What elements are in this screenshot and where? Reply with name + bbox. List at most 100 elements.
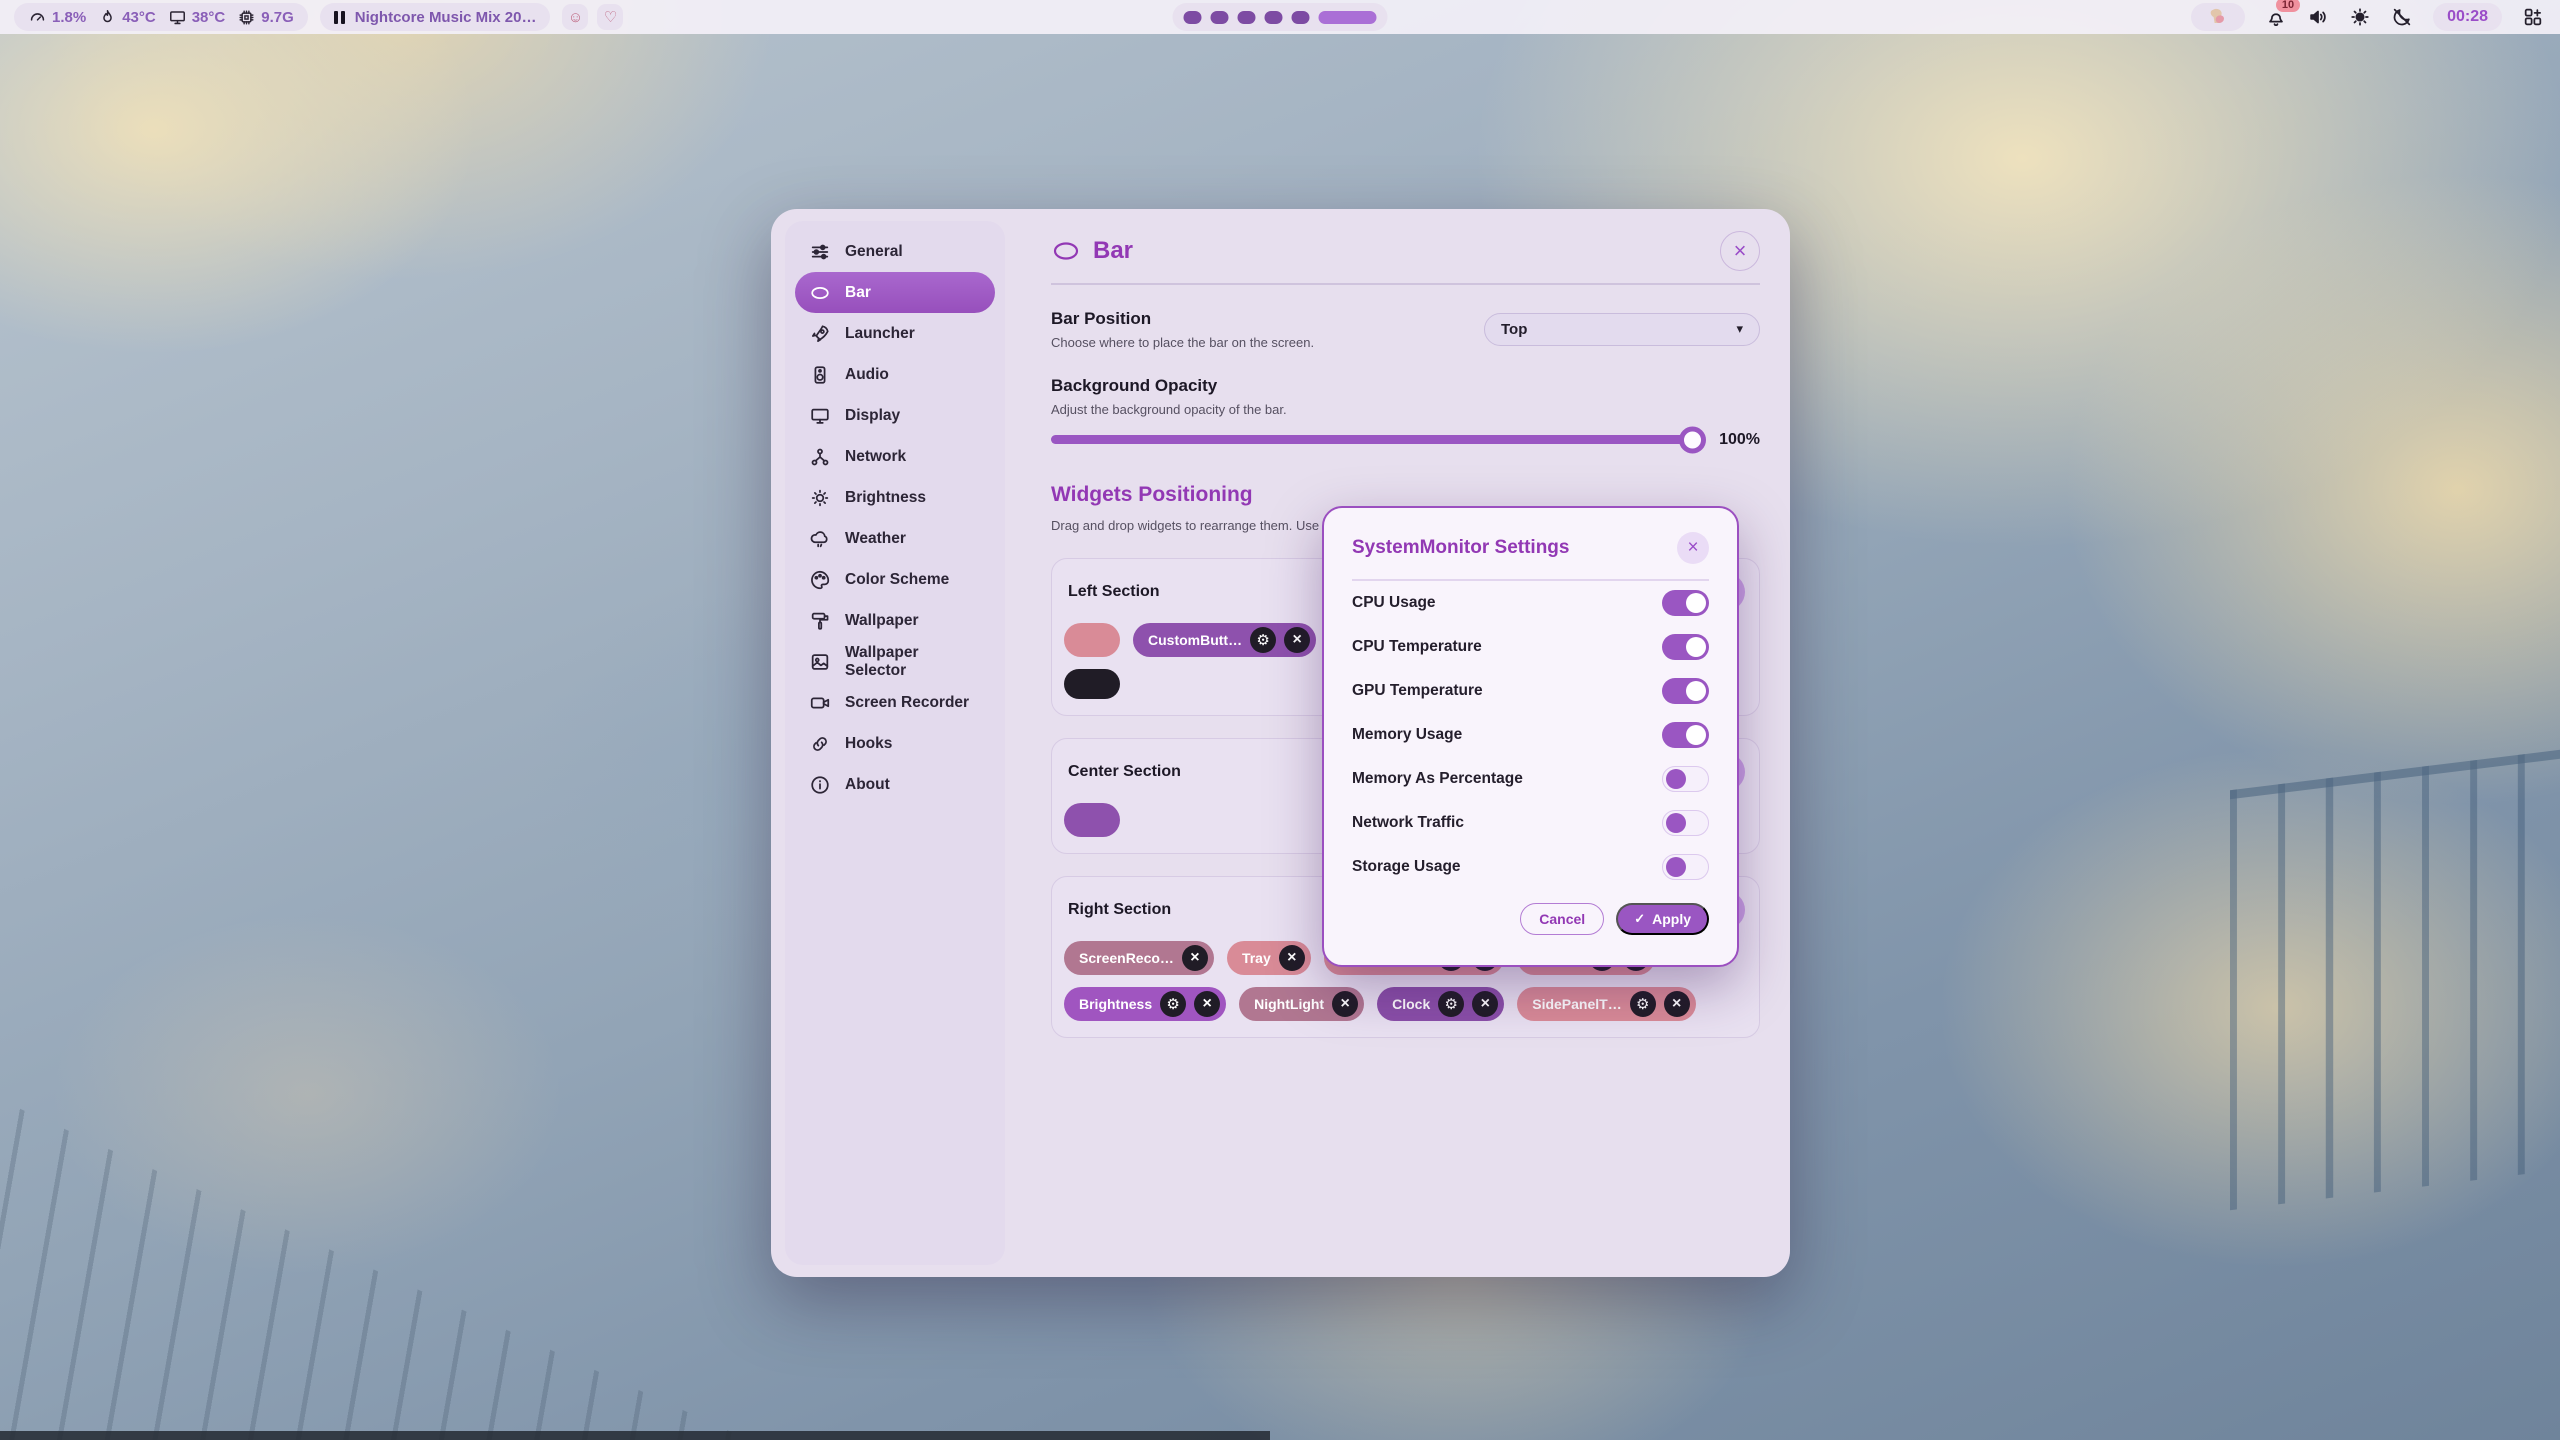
widgets-positioning-title: Widgets Positioning	[1051, 483, 1760, 507]
sidebar-item-wallpaper[interactable]: Wallpaper	[795, 600, 995, 641]
sidebar-item-brightness[interactable]: Brightness	[795, 477, 995, 518]
widget-chip-screenreco[interactable]: ScreenReco…×	[1064, 941, 1214, 975]
sidebar-item-weather[interactable]: Weather	[795, 518, 995, 559]
night-light-button[interactable]	[2391, 6, 2413, 28]
bar-position-dropdown[interactable]: Top ▾	[1484, 313, 1760, 346]
widget-chip-tray[interactable]: Tray×	[1227, 941, 1311, 975]
workspace-dot[interactable]	[1211, 11, 1229, 24]
modal-close-button[interactable]: ×	[1677, 532, 1709, 564]
widget-chip-partial[interactable]	[1064, 623, 1120, 657]
volume-button[interactable]	[2307, 6, 2329, 28]
chip-remove-button[interactable]: ×	[1194, 991, 1220, 1017]
workspace-dot[interactable]	[1265, 11, 1283, 24]
workspace-dot[interactable]	[1292, 11, 1310, 24]
workspaces-indicator[interactable]	[1173, 3, 1388, 31]
smiley-icon[interactable]: ☺	[562, 4, 588, 30]
toggle-label: Network Traffic	[1352, 814, 1464, 832]
clock-text: 00:28	[2447, 8, 2488, 26]
modal-toggle-list: CPU Usage CPU Temperature GPU Temperature M…	[1352, 581, 1709, 889]
monitor-icon	[168, 8, 187, 27]
cpu-temperature-toggle[interactable]	[1662, 634, 1709, 660]
toggle-knob	[1666, 857, 1686, 877]
sidebar-item-about[interactable]: About	[795, 764, 995, 805]
memory-as-percentage-toggle[interactable]	[1662, 766, 1709, 792]
chip-remove-button[interactable]: ×	[1284, 627, 1310, 653]
sidebar-item-screen-recorder[interactable]: Screen Recorder	[795, 682, 995, 723]
chip-remove-button[interactable]: ×	[1182, 945, 1208, 971]
widget-chip-clock[interactable]: Clock ⚙ ×	[1377, 987, 1504, 1021]
toggle-row-memory-usage: Memory Usage	[1352, 713, 1709, 757]
sidebar-item-launcher[interactable]: Launcher	[795, 313, 995, 354]
background-opacity-row: Background Opacity Adjust the background…	[1051, 376, 1760, 449]
sidebar-item-label: General	[845, 243, 903, 261]
network-traffic-toggle[interactable]	[1662, 810, 1709, 836]
workspace-dot[interactable]	[1184, 11, 1202, 24]
chip-gear-button[interactable]: ⚙	[1250, 627, 1276, 653]
heart-icon[interactable]: ♡	[597, 4, 623, 30]
widget-chip-partial[interactable]	[1064, 669, 1120, 699]
background-opacity-label: Background Opacity	[1051, 376, 1760, 396]
bar-position-value: Top	[1501, 321, 1527, 338]
brightness-button[interactable]	[2349, 6, 2371, 28]
chip-label: Clock	[1392, 996, 1430, 1012]
opacity-slider-knob[interactable]	[1679, 426, 1706, 453]
chip-remove-button[interactable]: ×	[1332, 991, 1358, 1017]
sidebar-item-audio[interactable]: Audio	[795, 354, 995, 395]
sidebar-item-label: Screen Recorder	[845, 694, 969, 712]
toggle-row-cpu-temperature: CPU Temperature	[1352, 625, 1709, 669]
chip-remove-button[interactable]: ×	[1279, 945, 1305, 971]
cpu-usage-toggle[interactable]	[1662, 590, 1709, 616]
sidebar-item-hooks[interactable]: Hooks	[795, 723, 995, 764]
moon-slash-icon	[2391, 6, 2413, 28]
sidebar-item-wallpaper-selector[interactable]: Wallpaper Selector	[795, 641, 995, 682]
settings-window: General BarLauncherAudioDisplayNetworkBri…	[771, 209, 1790, 1277]
dashboard-button[interactable]	[2522, 6, 2544, 28]
systray-pill[interactable]	[2191, 3, 2245, 31]
top-bar: 1.8% 43°C 38°C 9.7G Nightcore Music Mix …	[0, 0, 2560, 34]
section-label: Right Section	[1064, 901, 1171, 919]
notification-badge: 10	[2276, 0, 2300, 12]
window-close-button[interactable]: ×	[1720, 231, 1760, 271]
chip-gear-button[interactable]: ⚙	[1160, 991, 1186, 1017]
toggle-row-storage-usage: Storage Usage	[1352, 845, 1709, 889]
storage-usage-toggle[interactable]	[1662, 854, 1709, 880]
sidebar-item-general[interactable]: General	[795, 231, 995, 272]
sidebar-item-color-scheme[interactable]: Color Scheme	[795, 559, 995, 600]
toggle-label: Memory As Percentage	[1352, 770, 1523, 788]
sidebar-item-display[interactable]: Display	[795, 395, 995, 436]
widget-chip-partial[interactable]	[1064, 803, 1120, 837]
apply-button[interactable]: ✓ Apply	[1616, 903, 1709, 935]
gpu-temperature-toggle[interactable]	[1662, 678, 1709, 704]
toggle-label: CPU Usage	[1352, 594, 1436, 612]
widget-chip-custombutt[interactable]: CustomButt… ⚙ ×	[1133, 623, 1316, 657]
workspace-dot[interactable]	[1238, 11, 1256, 24]
chip-remove-button[interactable]: ×	[1664, 991, 1690, 1017]
system-stats-pill[interactable]: 1.8% 43°C 38°C 9.7G	[14, 3, 308, 31]
chip-gear-button[interactable]: ⚙	[1630, 991, 1656, 1017]
chip-gear-button[interactable]: ⚙	[1438, 991, 1464, 1017]
media-player-pill[interactable]: Nightcore Music Mix 20…	[320, 3, 551, 31]
toggle-row-memory-as-percentage: Memory As Percentage	[1352, 757, 1709, 801]
widget-chip-nightlight[interactable]: NightLight×	[1239, 987, 1364, 1021]
check-icon: ✓	[1634, 911, 1645, 927]
bar-settings-panel: Bar × Bar Position Choose where to place…	[1023, 209, 1790, 1277]
toggle-label: Memory Usage	[1352, 726, 1462, 744]
pause-icon	[334, 11, 345, 24]
memory-usage-toggle[interactable]	[1662, 722, 1709, 748]
widget-chip-brightness[interactable]: Brightness⚙×	[1064, 987, 1226, 1021]
toggle-label: CPU Temperature	[1352, 638, 1482, 656]
sidebar-item-bar[interactable]: Bar	[795, 272, 995, 313]
widget-chip-sidepanelt[interactable]: SidePanelT…⚙×	[1517, 987, 1695, 1021]
sidebar-item-network[interactable]: Network	[795, 436, 995, 477]
clock-pill[interactable]: 00:28	[2433, 3, 2502, 31]
cancel-button[interactable]: Cancel	[1520, 903, 1604, 935]
info-icon	[809, 774, 831, 796]
opacity-slider[interactable]	[1051, 435, 1702, 444]
toggle-knob	[1686, 725, 1706, 745]
toggle-row-gpu-temperature: GPU Temperature	[1352, 669, 1709, 713]
notifications-button[interactable]: 10	[2265, 6, 2287, 28]
chip-label: CustomButt…	[1148, 632, 1242, 648]
chip-icon	[237, 8, 256, 27]
workspace-active[interactable]	[1319, 11, 1377, 24]
chip-remove-button[interactable]: ×	[1472, 991, 1498, 1017]
